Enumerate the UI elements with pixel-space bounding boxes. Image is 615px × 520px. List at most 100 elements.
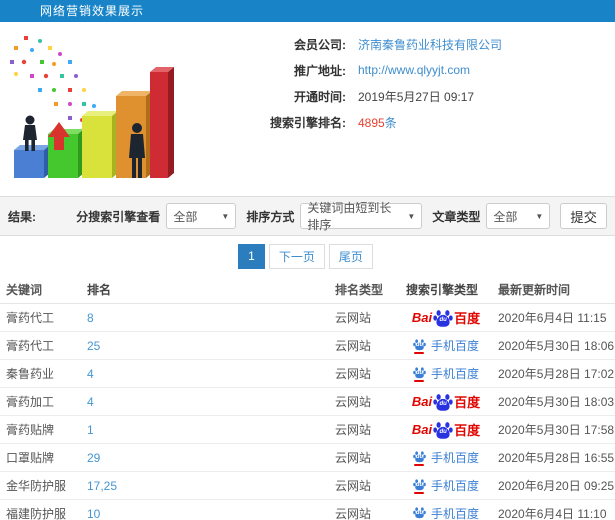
- baidu-paw-icon: du: [413, 366, 426, 379]
- table-row: 膏药加工 4 云网站 Bai du 百度 2020年5月30日 18:03: [0, 388, 615, 416]
- keyword-cell: 口罩贴牌: [6, 451, 55, 465]
- bars: [14, 67, 174, 178]
- engine-rank-label: 搜索引擎排名:: [270, 115, 346, 130]
- engine-type-cell: Bai du 百度: [402, 392, 490, 412]
- growth-chart-image: [10, 36, 174, 178]
- baidu-paw-icon: du: [413, 506, 426, 519]
- sort-filter-label: 排序方式: [246, 209, 295, 224]
- baidu-paw-icon: du: [413, 478, 426, 491]
- keyword-ranking-table: 关键词 排名 排名类型 搜索引擎类型 最新更新时间 膏药代工 8 云网站 Bai du 百…: [0, 276, 615, 520]
- engine-filter-select[interactable]: 全部 ▼: [166, 203, 237, 229]
- engine-type-cell: Bai du 百度: [402, 420, 490, 440]
- updated-time-cell: 2020年5月30日 18:06: [498, 339, 615, 353]
- mobile-baidu-icon: du: [413, 338, 426, 354]
- table-row: 膏药代工 8 云网站 Bai du 百度 2020年6月4日 11:15: [0, 304, 615, 332]
- keyword-cell: 金华防护服: [6, 479, 67, 493]
- submit-button[interactable]: 提交: [560, 203, 607, 229]
- engine-filter-label: 分搜索引擎查看: [76, 209, 161, 224]
- updated-time-cell: 2020年6月20日 09:25: [498, 479, 615, 493]
- engine-type-cell: Bai du 百度: [402, 308, 490, 328]
- promo-url-link[interactable]: http://www.qlyyjt.com: [358, 63, 470, 77]
- baidu-logo: Bai du 百度: [412, 420, 480, 440]
- mobile-baidu-badge: du 手机百度: [413, 505, 479, 520]
- mobile-baidu-icon: du: [413, 506, 426, 520]
- article-type-select[interactable]: 全部 ▼: [486, 203, 551, 229]
- next-page-button[interactable]: 下一页: [268, 243, 325, 269]
- col-header-updated: 最新更新时间: [498, 283, 571, 297]
- rank-type-cell: 云网站: [335, 507, 372, 520]
- member-company-row: 会员公司: 济南秦鲁药业科技有限公司: [174, 36, 615, 52]
- rank-link[interactable]: 29: [85, 451, 335, 465]
- mobile-baidu-icon: du: [413, 366, 426, 382]
- mobile-baidu-label: 手机百度: [430, 479, 479, 493]
- table-row: 福建防护服 10 云网站 du 手机百度 2020年6月4日 11:10: [0, 500, 615, 520]
- open-time-label: 开通时间:: [294, 89, 346, 104]
- sort-filter-select[interactable]: 关键词由短到长排序 ▼: [300, 201, 423, 232]
- table-row: 秦鲁药业 4 云网站 du 手机百度 2020年5月28日 17:02: [0, 360, 615, 388]
- table-row: 膏药贴牌 1 云网站 Bai du 百度 2020年5月30日 17:58: [0, 416, 615, 444]
- engine-rank-value: 4895条: [358, 114, 397, 131]
- rank-link[interactable]: 17,25: [85, 479, 335, 493]
- rank-link[interactable]: 10: [85, 507, 335, 520]
- title-bar: 网络营销效果展示: [0, 0, 615, 22]
- engine-filter-value: 全部: [173, 209, 198, 224]
- member-company-link[interactable]: 济南秦鲁药业科技有限公司: [358, 36, 502, 53]
- rank-type-cell: 云网站: [335, 339, 372, 353]
- baidu-paw-icon: du: [413, 450, 426, 463]
- engine-type-cell: du 手机百度: [402, 505, 490, 520]
- chevron-down-icon: ▼: [535, 211, 544, 221]
- baidu-paw-icon: du: [413, 338, 426, 351]
- col-header-rank-type: 排名类型: [335, 283, 384, 297]
- page-title: 网络营销效果展示: [40, 4, 145, 18]
- mobile-baidu-label: 手机百度: [430, 451, 479, 465]
- article-type-label: 文章类型: [432, 209, 481, 224]
- table-body: 膏药代工 8 云网站 Bai du 百度 2020年6月4日 11:15 膏药代工 25 云网站 d…: [0, 304, 615, 520]
- mobile-baidu-label: 手机百度: [430, 339, 479, 353]
- mobile-baidu-badge: du 手机百度: [413, 365, 479, 382]
- table-header-row: 关键词 排名 排名类型 搜索引擎类型 最新更新时间: [0, 276, 615, 304]
- table-row: 口罩贴牌 29 云网站 du 手机百度 2020年5月28日 16:55: [0, 444, 615, 472]
- baidu-logo: Bai du 百度: [412, 392, 480, 412]
- rank-count: 4895: [358, 115, 385, 130]
- page-1-button[interactable]: 1: [238, 243, 265, 269]
- rank-link[interactable]: 4: [85, 367, 335, 381]
- mobile-baidu-label: 手机百度: [430, 507, 479, 520]
- engine-type-cell: du 手机百度: [402, 337, 490, 354]
- keyword-cell: 膏药加工: [6, 395, 55, 409]
- summary-section: 会员公司: 济南秦鲁药业科技有限公司 推广地址: http://www.qlyy…: [0, 22, 615, 188]
- engine-type-cell: du 手机百度: [402, 449, 490, 466]
- updated-time-cell: 2020年5月28日 16:55: [498, 451, 615, 465]
- baidu-logo: Bai du 百度: [412, 308, 480, 328]
- filter-band: 结果: 分搜索引擎查看 全部 ▼ 排序方式 关键词由短到长排序 ▼ 文章类型 全…: [0, 196, 615, 236]
- mobile-baidu-badge: du 手机百度: [413, 337, 479, 354]
- bar-chart-illustration: [2, 32, 174, 184]
- updated-time-cell: 2020年5月30日 17:58: [498, 423, 615, 437]
- rank-link[interactable]: 4: [85, 395, 335, 409]
- col-header-rank: 排名: [87, 283, 112, 297]
- promo-url-label: 推广地址:: [294, 63, 346, 78]
- baidu-paw-icon: du: [433, 392, 453, 412]
- rank-unit: 条: [384, 115, 397, 130]
- open-time-row: 开通时间: 2019年5月27日 09:17: [174, 88, 615, 104]
- col-header-keyword: 关键词: [6, 283, 43, 297]
- member-company-label: 会员公司:: [294, 37, 346, 52]
- rank-link[interactable]: 8: [85, 311, 335, 325]
- mobile-baidu-icon: du: [413, 478, 426, 494]
- table-row: 膏药代工 25 云网站 du 手机百度 2020年5月30日 18:06: [0, 332, 615, 360]
- col-header-engine-type: 搜索引擎类型: [406, 283, 479, 297]
- mobile-baidu-badge: du 手机百度: [413, 477, 479, 494]
- baidu-paw-icon: du: [433, 420, 453, 440]
- rank-type-cell: 云网站: [335, 479, 372, 493]
- keyword-cell: 福建防护服: [6, 507, 67, 520]
- updated-time-cell: 2020年6月4日 11:15: [498, 311, 607, 325]
- chevron-down-icon: ▼: [221, 211, 230, 221]
- filter-controls: 分搜索引擎查看 全部 ▼ 排序方式 关键词由短到长排序 ▼ 文章类型 全部 ▼ …: [72, 201, 607, 232]
- keyword-cell: 膏药贴牌: [6, 423, 55, 437]
- keyword-cell: 膏药代工: [6, 311, 55, 325]
- promo-url-row: 推广地址: http://www.qlyyjt.com: [174, 62, 615, 78]
- baidu-paw-icon: du: [433, 308, 453, 328]
- rank-link[interactable]: 1: [85, 423, 335, 437]
- last-page-button[interactable]: 尾页: [328, 243, 373, 269]
- info-panel: 会员公司: 济南秦鲁药业科技有限公司 推广地址: http://www.qlyy…: [174, 32, 615, 188]
- rank-link[interactable]: 25: [85, 339, 335, 353]
